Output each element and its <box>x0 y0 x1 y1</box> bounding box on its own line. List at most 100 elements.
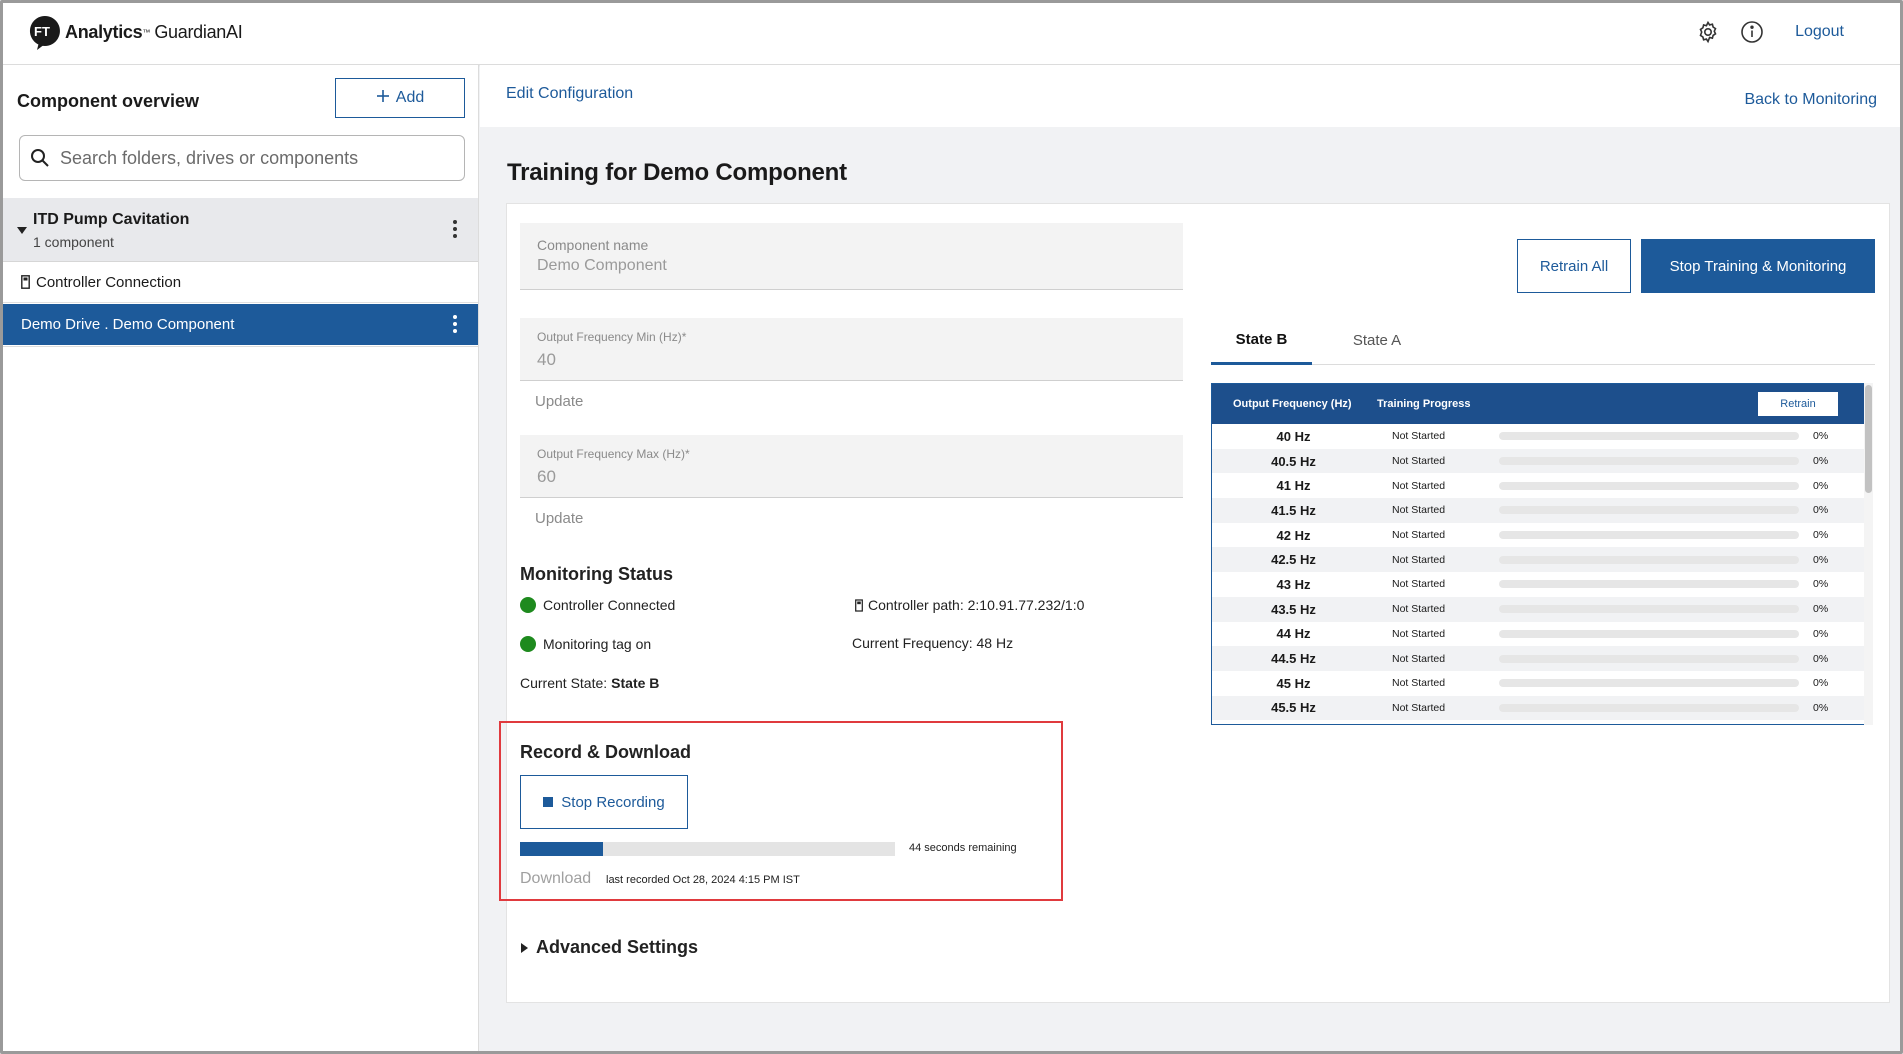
row-frequency: 42.5 Hz <box>1271 552 1316 568</box>
row-progress-bar <box>1499 703 1799 712</box>
add-button-label: Add <box>395 89 425 106</box>
component-name-label: Component name <box>537 237 649 253</box>
current-state: Current State: State B <box>520 675 659 691</box>
current-frequency-text: Current Frequency: 48 Hz <box>852 635 1014 651</box>
gear-icon[interactable] <box>1695 19 1721 45</box>
top-actions: Logout <box>1695 19 1844 45</box>
divider <box>3 346 478 347</box>
table-row: 45 Hz Not Started 0% <box>1212 671 1864 696</box>
freq-max-field[interactable]: Output Frequency Max (Hz)* 60 <box>520 435 1183 498</box>
freq-min-value: 40 <box>537 350 556 369</box>
row-status: Not Started <box>1392 701 1446 714</box>
stop-recording-button[interactable]: Stop Recording <box>520 775 688 829</box>
search-icon <box>30 148 50 168</box>
sidebar: Component overview Add ITD Pump Cavitati… <box>3 65 479 1051</box>
row-progress-bar <box>1499 679 1799 688</box>
row-status: Not Started <box>1392 627 1446 640</box>
sidebar-item-controller-connection[interactable]: Controller Connection <box>3 262 478 303</box>
freq-min-field[interactable]: Output Frequency Min (Hz)* 40 <box>520 318 1183 381</box>
tab-state-b[interactable]: State B <box>1211 316 1312 365</box>
sidebar-item-demo-component[interactable]: Demo Drive . Demo Component <box>3 304 478 345</box>
brand-name: GuardianAI <box>154 21 243 42</box>
row-status: Not Started <box>1392 578 1446 591</box>
stop-training-button[interactable]: Stop Training & Monitoring <box>1641 239 1875 293</box>
row-progress-bar <box>1499 555 1799 564</box>
table-body: 40 Hz Not Started 0% 40.5 Hz Not Started 0% 41… <box>1212 424 1864 724</box>
row-frequency: 41 Hz <box>1276 478 1311 494</box>
training-table: Output Frequency (Hz) Training Progress … <box>1211 383 1865 725</box>
group-more-icon[interactable] <box>447 217 463 241</box>
retrain-all-button[interactable]: Retrain All <box>1517 239 1631 293</box>
row-frequency: 44.5 Hz <box>1271 651 1316 667</box>
row-status: Not Started <box>1392 529 1446 542</box>
row-frequency: 42 Hz <box>1276 527 1311 543</box>
row-status: Not Started <box>1392 479 1446 492</box>
current-state-value: State B <box>611 675 660 691</box>
add-button[interactable]: Add <box>335 78 465 118</box>
row-status: Not Started <box>1392 430 1446 443</box>
freq-min-label: Output Frequency Min (Hz)* <box>537 330 687 344</box>
info-icon[interactable] <box>1739 19 1765 45</box>
group-name: ITD Pump Cavitation <box>33 211 190 228</box>
row-frequency: 45 Hz <box>1276 675 1311 691</box>
row-progress-bar <box>1499 654 1799 663</box>
table-row: 44.5 Hz Not Started 0% <box>1212 646 1864 671</box>
update-min-button[interactable]: Update <box>535 393 583 410</box>
current-frequency: Current Frequency: 48 Hz <box>852 635 1013 651</box>
svg-text:FT: FT <box>34 24 50 39</box>
table-row: 40.5 Hz Not Started 0% <box>1212 448 1864 474</box>
row-progress-bar <box>1499 432 1799 441</box>
stop-icon <box>543 797 554 807</box>
logout-link[interactable]: Logout <box>1795 23 1844 41</box>
row-status: Not Started <box>1392 677 1446 690</box>
top-bar: FT Analytics ™ GuardianAI Logout <box>3 3 1900 65</box>
monitoring-status-title: Monitoring Status <box>520 564 673 584</box>
advanced-settings-toggle[interactable]: Advanced Settings <box>521 937 698 958</box>
record-download-title: Record & Download <box>520 742 692 762</box>
row-percent: 0% <box>1813 430 1829 443</box>
row-progress-bar <box>1499 605 1799 614</box>
row-frequency: 44 Hz <box>1276 626 1311 642</box>
row-progress-bar <box>1499 481 1799 490</box>
row-percent: 0% <box>1813 652 1829 665</box>
caret-right-icon <box>521 942 528 953</box>
row-frequency: 43 Hz <box>1276 576 1311 592</box>
monitoring-tag-status: Monitoring tag on <box>520 636 651 652</box>
component-name-field: Component name Demo Component <box>520 223 1183 290</box>
table-row: 41 Hz Not Started 0% <box>1212 473 1864 498</box>
main-header: Edit Configuration Back to Monitoring <box>480 65 1900 127</box>
retrain-button[interactable]: Retrain <box>1758 392 1838 416</box>
stop-recording-label: Stop Recording <box>561 793 665 811</box>
sidebar-group-itd-pump-cavitation[interactable]: ITD Pump Cavitation 1 component <box>3 198 478 262</box>
tab-state-a[interactable]: State A <box>1332 316 1422 365</box>
table-scrollbar-thumb[interactable] <box>1865 385 1872 493</box>
brand-name-bold: Analytics <box>65 21 143 42</box>
back-to-monitoring-link[interactable]: Back to Monitoring <box>1744 91 1877 109</box>
controller-icon <box>855 598 863 612</box>
update-max-button[interactable]: Update <box>535 510 583 527</box>
download-link[interactable]: Download <box>520 870 591 888</box>
search-input[interactable] <box>60 147 440 169</box>
component-name-value: Demo Component <box>537 257 667 274</box>
row-frequency: 40.5 Hz <box>1271 453 1316 469</box>
sidebar-title: Component overview <box>17 91 200 111</box>
controller-path-text: Controller path: 2:10.91.77.232/1:0 <box>868 597 1085 613</box>
table-row: 40 Hz Not Started 0% <box>1212 424 1864 449</box>
controller-connected-label: Controller Connected <box>543 597 676 613</box>
recording-progress-bar <box>520 842 895 856</box>
recording-progress-fill <box>520 842 603 856</box>
item-more-icon[interactable] <box>447 312 463 336</box>
row-status: Not Started <box>1392 455 1446 468</box>
row-progress-bar <box>1499 580 1799 589</box>
table-row: 41.5 Hz Not Started 0% <box>1212 498 1864 523</box>
row-status: Not Started <box>1392 652 1446 665</box>
brand-logo: FT Analytics ™ GuardianAI <box>29 15 243 50</box>
freq-max-label: Output Frequency Max (Hz)* <box>537 447 690 461</box>
table-row: 43.5 Hz Not Started 0% <box>1212 596 1864 622</box>
edit-configuration-link[interactable]: Edit Configuration <box>506 85 633 103</box>
row-progress-bar <box>1499 531 1799 540</box>
controller-connected-status: Controller Connected <box>520 597 675 613</box>
table-row: 45.5 Hz Not Started 0% <box>1212 695 1864 721</box>
row-progress-bar <box>1499 629 1799 638</box>
caret-down-icon[interactable] <box>17 222 27 240</box>
